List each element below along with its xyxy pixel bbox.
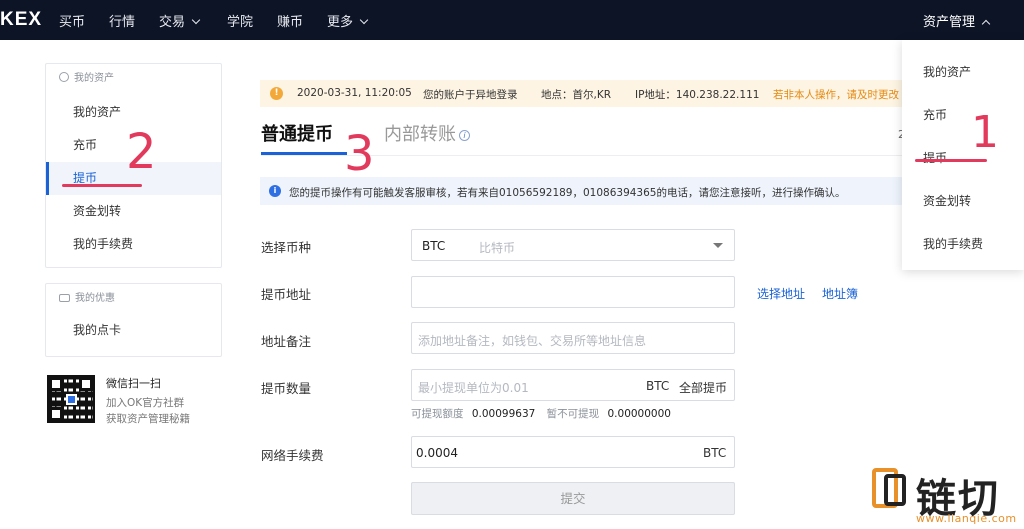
coin-label: 选择币种	[261, 240, 312, 255]
nav-trade[interactable]: 交易	[159, 11, 201, 30]
chevron-up-icon	[981, 19, 991, 29]
brand-logo[interactable]: KEX	[0, 9, 42, 31]
qr-center-logo	[66, 394, 77, 405]
fee-input[interactable]: 0.0004 BTC	[411, 436, 735, 468]
fee-unit: BTC	[703, 446, 727, 460]
nav-buy-coin[interactable]: 买币	[59, 11, 85, 30]
nav-trade-label: 交易	[159, 15, 186, 30]
dropdown-item-fees[interactable]: 我的手续费	[923, 235, 983, 252]
address-book-link[interactable]: 地址簿	[822, 285, 858, 302]
sidebar-section-title: 我的资产	[74, 73, 114, 84]
card-icon	[59, 294, 70, 302]
annotation-underline-2	[62, 184, 142, 187]
nav-academy[interactable]: 学院	[227, 11, 253, 30]
address-label: 提币地址	[261, 287, 312, 302]
watermark: 链切 www.lianqie.com	[864, 464, 1024, 529]
alert-change-link[interactable]: 若非本人操作，请及时更改	[773, 87, 899, 102]
select-address-link[interactable]: 选择地址	[757, 285, 805, 302]
annotation-number-1: 1	[971, 107, 999, 158]
sidebar-section-title: 我的优惠	[75, 293, 115, 304]
fee-label: 网络手续费	[261, 448, 324, 463]
sidebar-item-point-card[interactable]: 我的点卡	[46, 314, 221, 347]
sidebar-discount-card: 我的优惠 我的点卡	[45, 283, 222, 357]
amount-unit: BTC	[646, 379, 670, 393]
available-label: 可提现额度	[411, 408, 464, 420]
qr-finder	[49, 377, 63, 391]
nav-more[interactable]: 更多	[327, 11, 369, 30]
login-alert-bar: ! 2020-03-31, 11:20:05 您的账户于异地登录 地点：首尔,K…	[260, 80, 910, 107]
chevron-down-icon	[359, 15, 369, 25]
remark-placeholder: 添加地址备注，如钱包、交易所等地址信息	[418, 334, 647, 348]
wechat-title: 微信扫一扫	[106, 377, 161, 390]
remark-label: 地址备注	[261, 334, 312, 349]
coin-select-name: 比特币	[479, 241, 516, 255]
chevron-down-icon	[191, 15, 201, 25]
top-nav-bar: KEX 买币 行情 交易 学院 赚币 更多 资产管理	[0, 0, 1024, 40]
qr-finder	[79, 377, 93, 391]
tab-normal-withdraw[interactable]: 普通提币	[261, 120, 333, 146]
notice-text: 您的提币操作有可能触发客服审核，若有来自01056592189，01086394…	[289, 187, 846, 199]
nav-more-label: 更多	[327, 15, 354, 30]
address-input[interactable]	[411, 276, 735, 308]
balance-info: 可提现额度 0.00099637 暂不可提现 0.00000000	[411, 406, 679, 421]
nav-asset-management[interactable]: 资产管理	[923, 11, 991, 30]
available-value: 0.00099637	[471, 408, 536, 420]
fee-value: 0.0004	[416, 446, 458, 460]
pie-chart-icon	[59, 72, 69, 82]
remark-input[interactable]: 添加地址备注，如钱包、交易所等地址信息	[411, 322, 735, 354]
nav-market[interactable]: 行情	[109, 11, 135, 30]
coin-select-value: BTC	[422, 239, 446, 253]
wechat-line-1: 加入OK官方社群	[106, 397, 185, 409]
asset-management-label: 资产管理	[923, 15, 976, 30]
annotation-number-3: 3	[344, 126, 375, 182]
nav-earn[interactable]: 赚币	[277, 11, 303, 30]
caret-down-icon	[713, 243, 723, 248]
dropdown-item-transfer[interactable]: 资金划转	[923, 192, 971, 209]
wechat-qr-code	[47, 375, 95, 423]
sidebar-section-header: 我的资产	[46, 64, 221, 94]
alert-location: 地点：首尔,KR	[541, 89, 612, 101]
sidebar-item-fees[interactable]: 我的手续费	[46, 228, 221, 261]
withdraw-all-button[interactable]: 全部提币	[679, 379, 727, 396]
warning-icon: !	[270, 87, 283, 100]
tab-internal-transfer[interactable]: 内部转账 i	[384, 120, 470, 146]
qr-finder	[49, 407, 63, 421]
wechat-line-2: 获取资产管理秘籍	[106, 413, 190, 425]
dropdown-item-deposit[interactable]: 充币	[923, 106, 947, 123]
submit-button[interactable]: 提交	[411, 482, 735, 515]
info-icon[interactable]: i	[459, 130, 470, 141]
amount-placeholder: 最小提现单位为0.01	[418, 381, 529, 395]
coin-select[interactable]: BTC 比特币	[411, 229, 735, 261]
watermark-logo-icon	[872, 468, 906, 508]
asset-management-dropdown: 我的资产 充币 提币 资金划转 我的手续费	[902, 40, 1024, 270]
dropdown-item-my-assets[interactable]: 我的资产	[923, 63, 971, 80]
watermark-url: www.lianqie.com	[916, 512, 1017, 525]
sidebar-item-transfer[interactable]: 资金划转	[46, 195, 221, 228]
annotation-underline-1	[915, 159, 987, 162]
annotation-number-2: 2	[126, 124, 157, 180]
sidebar-section-header: 我的优惠	[46, 284, 221, 314]
frozen-value: 0.00000000	[607, 408, 671, 420]
dropdown-item-withdraw[interactable]: 提币	[923, 149, 947, 166]
tab-internal-transfer-label: 内部转账	[384, 124, 456, 145]
info-icon: i	[269, 185, 281, 197]
amount-input[interactable]: 最小提现单位为0.01 BTC 全部提币	[411, 369, 735, 401]
alert-time: 2020-03-31, 11:20:05	[297, 87, 412, 99]
alert-ip: IP地址：140.238.22.111	[635, 89, 760, 101]
amount-label: 提币数量	[261, 381, 312, 396]
alert-message: 您的账户于异地登录	[423, 89, 518, 101]
frozen-label: 暂不可提现	[546, 408, 600, 420]
